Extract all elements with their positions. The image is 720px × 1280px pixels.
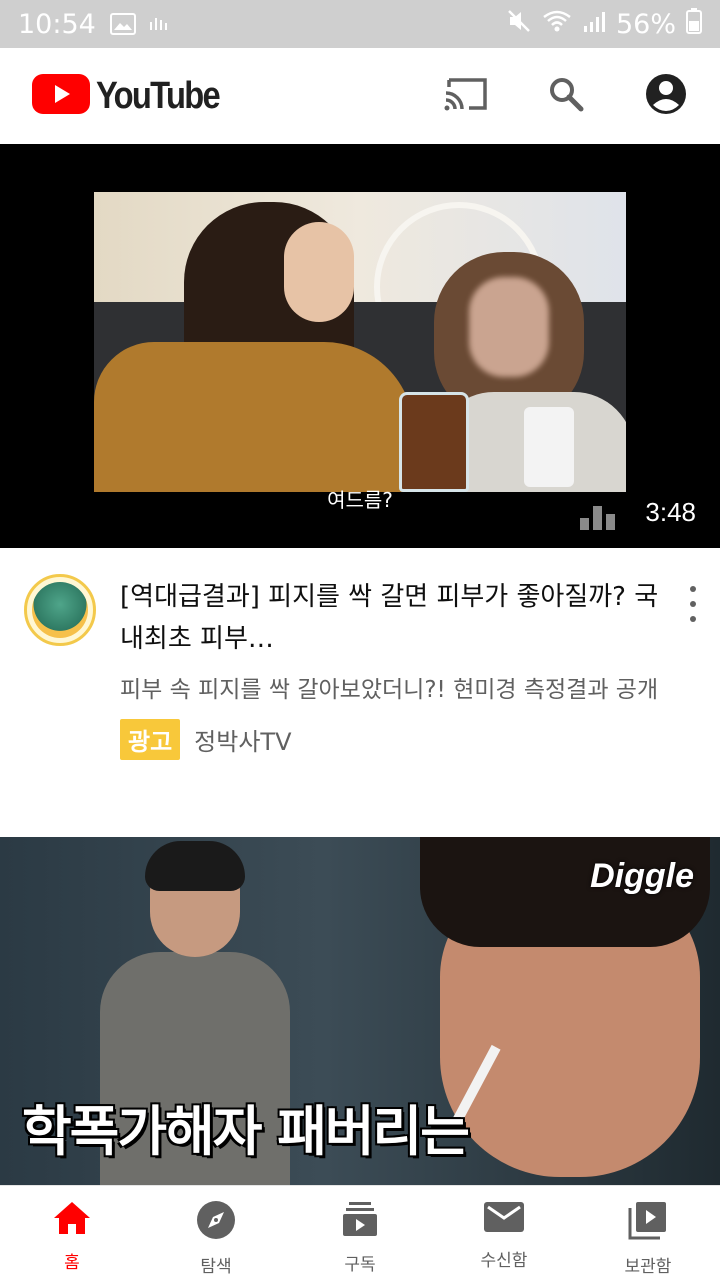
home-icon [52, 1200, 92, 1240]
nav-library-label: 보관함 [624, 1257, 672, 1277]
cast-icon [443, 75, 489, 117]
video-title[interactable]: [역대급결과] 피지를 싹 갈면 피부가 좋아질까? 국내최초 피부… [120, 576, 660, 660]
logo-text: YouTube [96, 74, 221, 117]
video-description: 피부 속 피지를 싹 갈아보았더니?! 현미경 측정결과 공개 [120, 677, 659, 703]
thumbnail-caption: 학폭가해자 패버리는 [22, 1100, 470, 1163]
status-time: 10:54 [18, 8, 96, 40]
nav-inbox[interactable]: 수신함 [432, 1186, 576, 1280]
channel-name[interactable]: 정박사TV [194, 722, 291, 757]
video-thumbnail[interactable]: 여드름? 3:48 [0, 144, 720, 548]
mute-icon [506, 8, 532, 41]
volume-bars-icon [580, 502, 620, 534]
channel-avatar[interactable] [24, 574, 96, 646]
nav-library[interactable]: 보관함 [576, 1186, 720, 1280]
nav-inbox-label: 수신함 [480, 1251, 528, 1271]
explore-icon [196, 1200, 236, 1244]
cell-signal-icon [582, 9, 606, 40]
search-icon [547, 75, 585, 117]
bottom-navigation: 홈 탐색 구독 수신함 보관함 [0, 1185, 720, 1280]
channel-watermark: Diggle [590, 857, 694, 895]
video-text-block: [역대급결과] 피지를 싹 갈면 피부가 좋아질까? 국내최초 피부… 피부 속… [120, 576, 660, 760]
battery-percent: 56% [615, 8, 676, 40]
more-options-button[interactable] [678, 584, 708, 624]
cast-button[interactable] [444, 74, 488, 118]
video-details[interactable]: [역대급결과] 피지를 싹 갈면 피부가 좋아질까? 국내최초 피부… 피부 속… [0, 548, 720, 836]
more-vert-icon [690, 586, 696, 592]
search-button[interactable] [544, 74, 588, 118]
gallery-icon [109, 13, 136, 35]
youtube-play-icon [32, 74, 90, 118]
video-meta: 광고 정박사TV [120, 719, 660, 760]
library-icon [628, 1200, 668, 1244]
youtube-logo[interactable]: YouTube [32, 74, 239, 118]
nav-explore[interactable]: 탐색 [144, 1186, 288, 1280]
battery-icon [686, 7, 702, 41]
video-frame [94, 192, 626, 492]
wifi-icon [542, 9, 572, 40]
nav-subscriptions-label: 구독 [344, 1255, 376, 1275]
account-icon [645, 73, 687, 119]
status-bar: 10:54 56% [0, 0, 720, 48]
video-duration: 3:48 [645, 497, 696, 527]
ad-badge: 광고 [120, 719, 181, 760]
signal-wave-icon [148, 14, 172, 34]
account-button[interactable] [644, 74, 688, 118]
header-actions [388, 74, 688, 118]
subscriptions-icon [341, 1200, 379, 1242]
nav-home[interactable]: 홈 [0, 1186, 144, 1280]
nav-subscriptions[interactable]: 구독 [288, 1186, 432, 1280]
nav-home-label: 홈 [64, 1253, 80, 1273]
app-header: YouTube [0, 48, 720, 144]
video-thumbnail-2[interactable]: Diggle 학폭가해자 패버리는 [0, 837, 720, 1185]
nav-explore-label: 탐색 [200, 1257, 232, 1277]
status-indicators: 56% [506, 7, 702, 41]
inbox-icon [484, 1200, 524, 1238]
